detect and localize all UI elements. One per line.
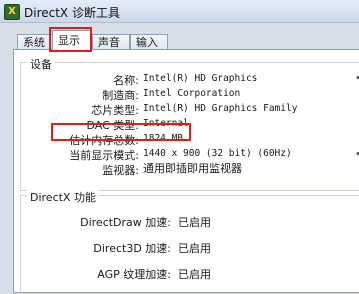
- tab-input[interactable]: 输入: [130, 34, 168, 50]
- direct3d-value: 已启用: [178, 242, 211, 255]
- device-row-manufacturer: 制造商: Intel Corporation: [21, 87, 359, 102]
- display-mode-value: 1440 x 900 (32 bit) (60Hz): [143, 148, 292, 159]
- agp-texture-label: AGP 纹理加速:: [97, 268, 171, 281]
- manufacturer-value: Intel Corporation: [143, 88, 241, 99]
- manufacturer-label: 制造商:: [102, 89, 139, 102]
- scroll-edge-mark-bottom: •: [355, 149, 359, 160]
- monitor-value: 通用即插即用监视器: [143, 162, 242, 175]
- scroll-edge-mark-top: •: [355, 73, 359, 84]
- device-row-chip: 芯片类型: Intel(R) HD Graphics Family: [21, 102, 359, 117]
- directx-group-label: DirectX 功能: [27, 189, 99, 205]
- device-name-value: Intel(R) HD Graphics: [143, 73, 258, 84]
- direct3d-label: Direct3D 加速:: [93, 242, 171, 255]
- window-title: DirectX 诊断工具: [24, 6, 120, 20]
- directdraw-value: 已启用: [178, 216, 211, 229]
- directdraw-label: DirectDraw 加速:: [80, 216, 171, 229]
- chip-type-value: Intel(R) HD Graphics Family: [143, 103, 298, 114]
- title-bar: X DirectX 诊断工具: [0, 0, 359, 23]
- device-row-monitor: 监视器: 通用即插即用监视器: [21, 162, 359, 177]
- memory-highlight-box: [51, 123, 191, 141]
- agp-texture-value: 已启用: [178, 268, 211, 281]
- display-mode-label: 当前显示模式:: [69, 149, 139, 162]
- device-group-label: 设备: [27, 56, 55, 72]
- directx-features-group: DirectX 功能 DirectDraw 加速: 已启用 Direct3D 加…: [20, 189, 359, 294]
- chip-type-label: 芯片类型:: [91, 104, 139, 117]
- device-row-name: 名称: Intel(R) HD Graphics: [21, 72, 359, 87]
- display-panel: 设备 名称: Intel(R) HD Graphics 制造商: Intel C…: [13, 49, 359, 294]
- monitor-label: 监视器:: [102, 164, 139, 177]
- device-row-display-mode: 当前显示模式: 1440 x 900 (32 bit) (60Hz): [21, 147, 359, 162]
- directx-icon: X: [4, 4, 20, 20]
- device-name-label: 名称:: [113, 74, 139, 87]
- tab-highlight-box: [49, 27, 92, 52]
- tab-sound[interactable]: 声音: [92, 34, 130, 50]
